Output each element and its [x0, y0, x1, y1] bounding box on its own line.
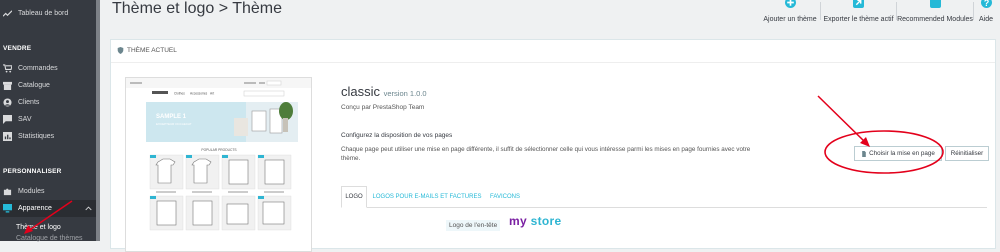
recommended-modules-button[interactable]: Recommended Modules	[897, 0, 973, 23]
sidebar-item-label: Tableau de bord	[18, 10, 69, 17]
export-theme-button[interactable]: Exporter le thème actif	[821, 0, 896, 23]
export-icon	[853, 0, 864, 8]
theme-name: classic version 1.0.0	[341, 84, 427, 99]
sidebar-item-catalog[interactable]: Catalogue	[0, 77, 100, 94]
document-icon	[862, 150, 866, 157]
sidebar: Tableau de bord VENDRE Commandes Catalog…	[0, 0, 100, 242]
theme-version: version 1.0.0	[383, 89, 427, 98]
puzzle-icon	[3, 188, 12, 196]
theme-name-text: classic	[341, 84, 381, 99]
sidebar-item-sav[interactable]: SAV	[0, 111, 100, 128]
preview-banner-subtitle: EXCEPTEUR OCCAECAT	[156, 122, 192, 126]
divider	[111, 62, 995, 63]
reset-button[interactable]: Réinitialiser	[945, 146, 989, 161]
sidebar-item-label: Statistiques	[18, 133, 55, 140]
sidebar-item-label: Commandes	[18, 65, 58, 72]
sidebar-item-modules[interactable]: Modules	[0, 183, 100, 200]
recommended-modules-label: Recommended Modules	[897, 16, 973, 23]
sidebar-item-label: Catalogue	[18, 82, 50, 89]
store-icon	[3, 81, 12, 90]
page-title: Thème et logo > Thème	[112, 0, 283, 17]
sidebar-item-label: Clients	[18, 99, 40, 106]
theme-author: Conçu par PrestaShop Team	[341, 104, 425, 111]
panel-heading: THÈME ACTUEL	[117, 47, 177, 54]
help-label: Aide	[978, 16, 993, 23]
sidebar-item-customers[interactable]: Clients	[0, 94, 100, 111]
person-icon	[3, 98, 12, 107]
logo-my: my	[509, 214, 527, 228]
choose-layout-button[interactable]: Choisir la mise en page	[854, 146, 942, 161]
sidebar-item-dashboard[interactable]: Tableau de bord	[0, 5, 100, 22]
tab-favicons[interactable]: FAVICONS	[485, 186, 525, 208]
current-theme-panel: THÈME ACTUEL Clothes Accessories Art SAM…	[110, 39, 996, 252]
preview-nav-clothes: Clothes	[174, 92, 185, 96]
chevron-up-icon	[85, 206, 92, 211]
desktop-icon	[3, 204, 12, 213]
store-logo-image: my store	[509, 214, 561, 228]
panel-heading-text: THÈME ACTUEL	[127, 47, 177, 54]
help-icon: ?	[980, 0, 992, 8]
preview-nav-accessories: Accessories	[190, 92, 208, 96]
logo-tabs: LOGO LOGOS POUR E-MAILS ET FACTURES FAVI…	[341, 186, 987, 208]
header-logo-label: Logo de l'en-tête	[446, 220, 501, 231]
bar-chart-icon	[3, 132, 12, 141]
sidebar-item-orders[interactable]: Commandes	[0, 60, 100, 77]
tab-logo[interactable]: LOGO	[341, 186, 367, 208]
sidebar-section-vendre: VENDRE	[3, 45, 32, 52]
chat-icon	[3, 115, 12, 124]
theme-preview-image[interactable]: Clothes Accessories Art SAMPLE 1 EXCEPTE…	[125, 77, 312, 252]
layout-config-description: Chaque page peut utiliser une mise en pa…	[341, 146, 751, 162]
sidebar-item-label: Apparence	[18, 205, 52, 212]
sidebar-item-appearance[interactable]: Apparence	[0, 200, 100, 217]
export-theme-label: Exporter le thème actif	[823, 16, 894, 23]
sidebar-item-label: SAV	[18, 116, 32, 123]
help-button[interactable]: ? Aide	[974, 0, 998, 23]
extension-icon	[929, 0, 941, 8]
theme-screenshot: Clothes Accessories Art SAMPLE 1 EXCEPTE…	[126, 78, 311, 231]
preview-banner-title: SAMPLE 1	[156, 114, 187, 120]
sidebar-item-label: Modules	[18, 188, 45, 195]
shield-icon	[117, 47, 124, 54]
preview-section-label: POPULAR PRODUCTS	[201, 148, 237, 152]
choose-layout-label: Choisir la mise en page	[869, 150, 935, 157]
tab-email-logos[interactable]: LOGOS POUR E-MAILS ET FACTURES	[371, 186, 483, 208]
sidebar-scrollbar-thumb[interactable]	[96, 0, 100, 241]
trending-up-icon	[3, 10, 12, 17]
sidebar-subitem-theme-logo[interactable]: Thème et logo	[16, 224, 61, 231]
svg-text:?: ?	[983, 0, 988, 8]
preview-nav-art: Art	[210, 92, 214, 96]
add-theme-button[interactable]: Ajouter un thème	[760, 0, 820, 23]
layout-config-title: Configurez la disposition de vos pages	[341, 132, 453, 139]
logo-store: store	[530, 214, 562, 228]
add-circle-icon	[784, 0, 796, 8]
add-theme-label: Ajouter un thème	[763, 16, 817, 23]
sidebar-section-personnaliser: PERSONNALISER	[3, 168, 62, 175]
cart-icon	[3, 64, 12, 73]
sidebar-item-stats[interactable]: Statistiques	[0, 128, 100, 145]
